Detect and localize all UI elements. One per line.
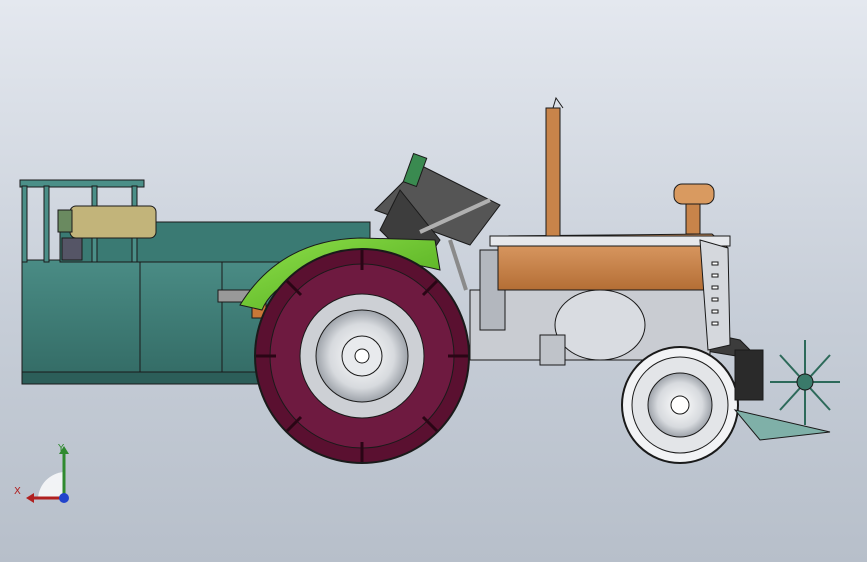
exhaust-pipe[interactable] [545, 96, 564, 237]
air-cleaner[interactable] [673, 183, 715, 235]
x-axis-label: X [14, 486, 21, 497]
rear-wheel[interactable] [254, 248, 470, 464]
tractor-harvester-model[interactable] [0, 0, 867, 562]
graphics-viewport[interactable]: Y X [0, 0, 867, 562]
front-wheel[interactable] [621, 346, 739, 464]
z-axis-origin [59, 493, 69, 503]
digging-share[interactable] [733, 340, 840, 441]
coordinate-triad [26, 446, 69, 503]
y-axis-label: Y [58, 443, 65, 454]
